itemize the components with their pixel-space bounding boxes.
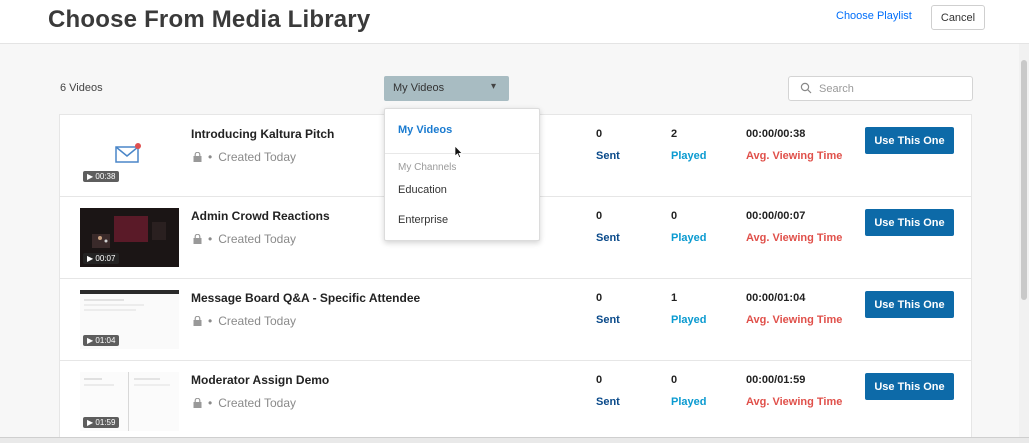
video-title: Moderator Assign Demo: [191, 373, 330, 387]
sent-label: Sent: [596, 232, 620, 244]
mouse-cursor-icon: [454, 145, 463, 159]
played-label: Played: [671, 150, 707, 162]
sent-label: Sent: [596, 314, 620, 326]
avg-viewing-label: Avg. Viewing Time: [746, 396, 843, 408]
played-label: Played: [671, 314, 707, 326]
use-this-one-button[interactable]: Use This One: [865, 209, 954, 236]
video-count: 6 Videos: [60, 82, 103, 94]
filter-select[interactable]: My Videos ▾: [384, 76, 509, 101]
dropdown-item-education[interactable]: Education: [398, 184, 447, 196]
cancel-button[interactable]: Cancel: [931, 5, 985, 30]
sent-count: 0: [596, 292, 603, 304]
duration-badge: ▶ 00:07: [83, 253, 120, 264]
search-icon: [800, 82, 812, 94]
played-label: Played: [671, 232, 707, 244]
video-meta: • Created Today: [193, 396, 296, 410]
avg-viewing-label: Avg. Viewing Time: [746, 150, 843, 162]
use-this-one-button[interactable]: Use This One: [865, 127, 954, 154]
chevron-down-icon: ▾: [490, 81, 496, 92]
played-count: 1: [671, 292, 678, 304]
video-thumbnail[interactable]: ▶ 00:38: [80, 126, 179, 185]
avg-viewing-label: Avg. Viewing Time: [746, 314, 843, 326]
lock-icon: [193, 152, 202, 162]
video-row: ▶ 01:59 Moderator Assign Demo • Created T…: [60, 361, 971, 443]
played-count: 2: [671, 128, 678, 140]
played-count: 0: [671, 374, 678, 386]
viewing-time: 00:00/01:04: [746, 292, 806, 304]
sent-count: 0: [596, 374, 603, 386]
page-title: Choose From Media Library: [48, 6, 371, 33]
played-count: 0: [671, 210, 678, 222]
duration-badge: ▶ 01:59: [83, 417, 120, 428]
sent-label: Sent: [596, 396, 620, 408]
video-meta: • Created Today: [193, 150, 296, 164]
bottom-edge: [0, 437, 1029, 443]
search-box[interactable]: [788, 76, 973, 101]
viewing-time: 00:00/01:59: [746, 374, 806, 386]
use-this-one-button[interactable]: Use This One: [865, 373, 954, 400]
video-thumbnail[interactable]: ▶ 01:04: [80, 290, 179, 349]
viewing-time: 00:00/00:07: [746, 210, 806, 222]
use-this-one-button[interactable]: Use This One: [865, 291, 954, 318]
video-title: Admin Crowd Reactions: [191, 209, 330, 223]
viewing-time: 00:00/00:38: [746, 128, 806, 140]
played-label: Played: [671, 396, 707, 408]
lock-icon: [193, 234, 202, 244]
filter-dropdown-menu: My Videos My Channels Education Enterpri…: [384, 108, 540, 241]
header: Choose From Media Library Choose Playlis…: [0, 0, 1029, 44]
sent-count: 0: [596, 210, 603, 222]
duration-badge: ▶ 01:04: [83, 335, 120, 346]
scrollbar-thumb[interactable]: [1021, 60, 1027, 300]
video-meta: • Created Today: [193, 232, 296, 246]
search-input[interactable]: [819, 81, 964, 97]
dropdown-group-label: My Channels: [398, 162, 457, 173]
dropdown-item-enterprise[interactable]: Enterprise: [398, 214, 448, 226]
choose-playlist-link[interactable]: Choose Playlist: [836, 10, 912, 22]
duration-badge: ▶ 00:38: [83, 171, 120, 182]
dropdown-item-my-videos[interactable]: My Videos: [398, 124, 452, 136]
video-title: Message Board Q&A - Specific Attendee: [191, 291, 421, 305]
avg-viewing-label: Avg. Viewing Time: [746, 232, 843, 244]
video-thumbnail[interactable]: ▶ 00:07: [80, 208, 179, 267]
sent-count: 0: [596, 128, 603, 140]
video-title: Introducing Kaltura Pitch: [191, 127, 335, 141]
filter-selected-value: My Videos: [393, 82, 445, 94]
video-thumbnail[interactable]: ▶ 01:59: [80, 372, 179, 431]
lock-icon: [193, 398, 202, 408]
sent-label: Sent: [596, 150, 620, 162]
video-meta: • Created Today: [193, 314, 296, 328]
video-row: ▶ 01:04 Message Board Q&A - Specific Att…: [60, 279, 971, 361]
lock-icon: [193, 316, 202, 326]
